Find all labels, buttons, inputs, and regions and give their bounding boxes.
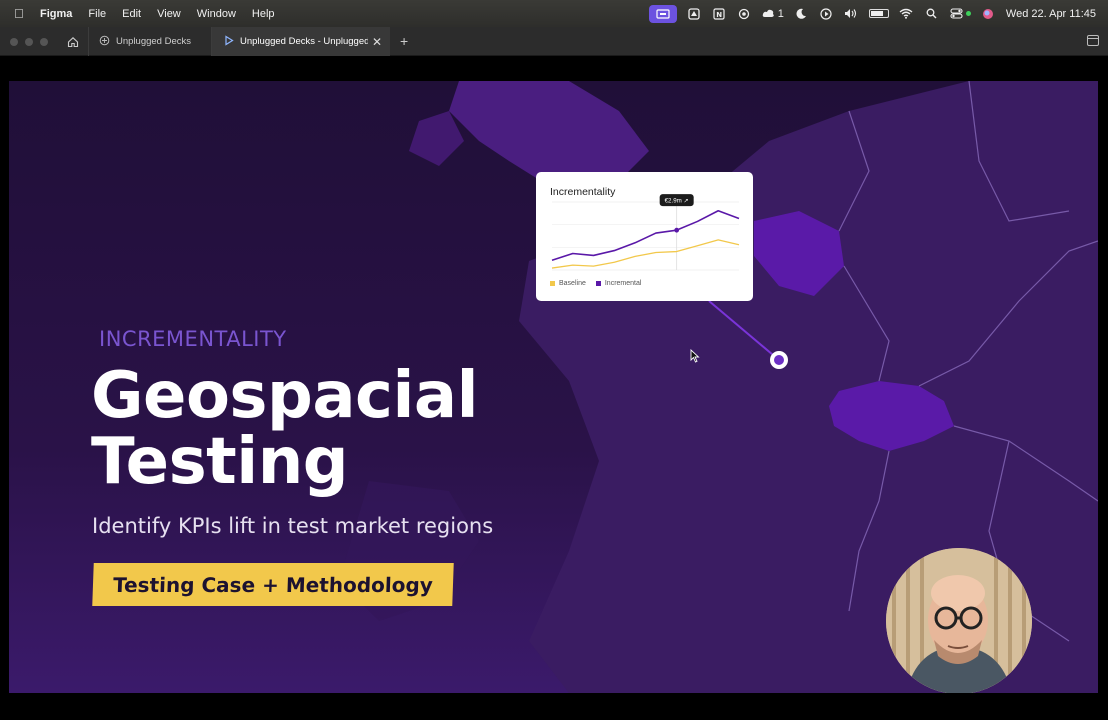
slide-title: Geospacial Testing bbox=[91, 359, 479, 499]
map-location-pin[interactable] bbox=[770, 351, 788, 369]
new-tab-icon[interactable]: + bbox=[400, 33, 408, 49]
menu-edit[interactable]: Edit bbox=[122, 8, 141, 20]
slide-subtitle: Identify KPIs lift in test market region… bbox=[92, 514, 494, 538]
menu-app-figma[interactable]: Figma bbox=[40, 8, 72, 20]
tab-label: Unplugged Decks bbox=[116, 36, 191, 47]
panel-toggle-icon[interactable] bbox=[1087, 35, 1099, 46]
slide-eyebrow: INCREMENTALITY bbox=[99, 327, 287, 351]
svg-text:N: N bbox=[716, 11, 722, 19]
menu-view[interactable]: View bbox=[157, 8, 181, 20]
camera-active-dot bbox=[965, 11, 971, 16]
slide-title-line-1: Geospacial bbox=[91, 359, 479, 433]
menu-bar:  Figma File Edit View Window Help N 1 bbox=[0, 0, 1108, 27]
tab-label: Unplugged Decks - Unplugged A bbox=[240, 36, 368, 47]
focus-moon-icon[interactable] bbox=[794, 7, 809, 20]
window-close-button[interactable] bbox=[10, 38, 18, 46]
menu-window[interactable]: Window bbox=[197, 8, 236, 20]
window-minimize-button[interactable] bbox=[25, 38, 33, 46]
apple-icon[interactable]:  bbox=[14, 6, 40, 21]
present-play-icon bbox=[224, 34, 234, 49]
control-center-icon[interactable] bbox=[949, 7, 964, 20]
screen-share-icon[interactable] bbox=[648, 4, 677, 23]
legend-item-incremental: Incremental bbox=[595, 280, 641, 287]
recording-icon[interactable] bbox=[737, 7, 752, 20]
mouse-cursor-icon bbox=[690, 348, 700, 368]
tab-unplugged-decks-presentation[interactable]: Unplugged Decks - Unplugged A ✕ bbox=[212, 27, 390, 56]
home-icon[interactable] bbox=[64, 33, 82, 51]
notification-count: 1 bbox=[777, 7, 784, 20]
slide-title-line-2: Testing bbox=[91, 425, 349, 499]
presenter-webcam[interactable] bbox=[886, 548, 1032, 693]
battery-icon[interactable] bbox=[868, 9, 889, 18]
presenter-avatar bbox=[886, 548, 1032, 693]
chart-legend: Baseline Incremental bbox=[550, 280, 641, 287]
figma-tab-bar: Unplugged Decks Unplugged Decks - Unplug… bbox=[0, 27, 1108, 56]
play-icon[interactable] bbox=[819, 7, 834, 20]
figma-file-icon bbox=[99, 35, 110, 49]
presentation-slide: INCREMENTALITY Geospacial Testing Identi… bbox=[9, 81, 1098, 693]
legend-item-baseline: Baseline bbox=[550, 280, 586, 287]
chart-tooltip-label: €2.9m ↗ bbox=[665, 198, 689, 205]
drive-icon[interactable] bbox=[687, 7, 702, 20]
cloud-sync-icon[interactable]: 1 bbox=[762, 7, 784, 20]
window-zoom-button[interactable] bbox=[40, 38, 48, 46]
menubar-clock[interactable]: Wed 22. Apr 11:45 bbox=[1006, 8, 1096, 20]
testing-case-banner: Testing Case + Methodology bbox=[92, 563, 454, 606]
menu-file[interactable]: File bbox=[88, 8, 106, 20]
volume-icon[interactable] bbox=[844, 7, 859, 20]
close-tab-icon[interactable]: ✕ bbox=[372, 35, 382, 49]
menu-help[interactable]: Help bbox=[252, 8, 275, 20]
siri-icon[interactable] bbox=[981, 7, 996, 20]
incrementality-chart-card: Incrementality €2.9m ↗ Baseline Incremen… bbox=[536, 172, 753, 301]
series-line-incremental bbox=[551, 209, 740, 262]
notion-icon[interactable]: N bbox=[712, 7, 727, 20]
wifi-icon[interactable] bbox=[899, 7, 914, 20]
chart-highlight-point bbox=[674, 227, 680, 233]
search-icon[interactable] bbox=[924, 7, 939, 20]
tab-unplugged-decks[interactable]: Unplugged Decks bbox=[88, 27, 212, 56]
